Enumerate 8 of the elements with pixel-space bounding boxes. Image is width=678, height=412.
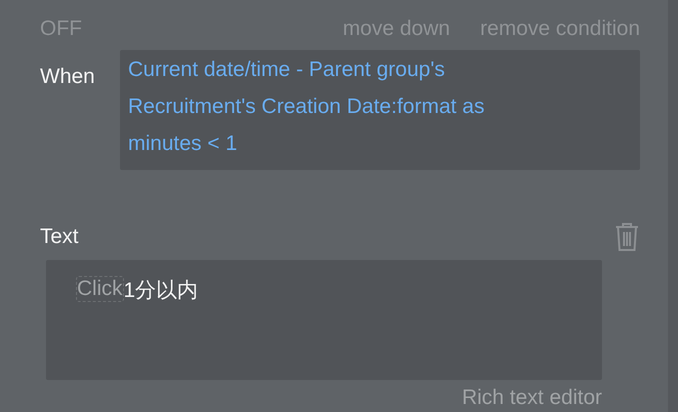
when-label: When [40, 64, 96, 90]
text-label: Text [40, 225, 79, 249]
text-value: 1分以内 [124, 278, 198, 304]
placeholder-chip[interactable]: Click [76, 276, 124, 302]
condition-expression[interactable]: Current date/time - Parent group's Recruitment's Creation Date:format as minutes < 1 [120, 50, 640, 170]
rich-text-editor-link[interactable]: Rich text editor [462, 386, 602, 410]
trash-icon[interactable] [614, 222, 640, 252]
text-input[interactable]: Click1分以内 [46, 260, 602, 380]
